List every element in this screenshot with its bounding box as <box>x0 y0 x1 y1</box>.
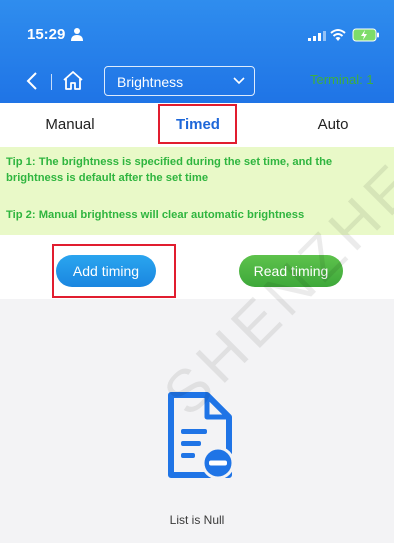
timing-list: List is Null <box>0 299 394 543</box>
status-bar: 15:29 <box>0 0 394 50</box>
tip-1: Tip 1: The brightness is specified durin… <box>6 156 333 184</box>
signal-icon <box>308 31 326 41</box>
terminal-label: Terminal: 1 <box>310 72 374 87</box>
read-timing-button[interactable]: Read timing <box>239 255 343 287</box>
back-icon[interactable] <box>26 72 38 90</box>
empty-document-icon <box>168 392 235 480</box>
nav-divider <box>51 74 52 90</box>
screen-selector-value: Brightness <box>117 74 184 90</box>
tips-panel: Tip 1: The brightness is specified durin… <box>0 147 394 235</box>
screen-selector[interactable]: Brightness <box>104 66 255 96</box>
empty-list-text: List is Null <box>169 513 225 527</box>
tab-auto[interactable]: Auto <box>290 103 376 147</box>
app-header: 15:29 Brightness Terminal: 1 <box>0 0 394 103</box>
tip-2: Tip 2: Manual brightness will clear auto… <box>6 209 305 221</box>
status-time: 15:29 <box>27 26 66 43</box>
tab-manual[interactable]: Manual <box>20 103 120 147</box>
home-icon[interactable] <box>62 70 84 91</box>
highlight-frame-add-timing <box>52 244 176 298</box>
wifi-icon <box>330 29 346 41</box>
person-icon <box>71 28 83 41</box>
highlight-frame-timed-tab <box>158 104 237 144</box>
chevron-down-icon <box>233 77 245 85</box>
nav-bar: Brightness Terminal: 1 <box>0 62 394 100</box>
battery-icon <box>352 28 379 42</box>
